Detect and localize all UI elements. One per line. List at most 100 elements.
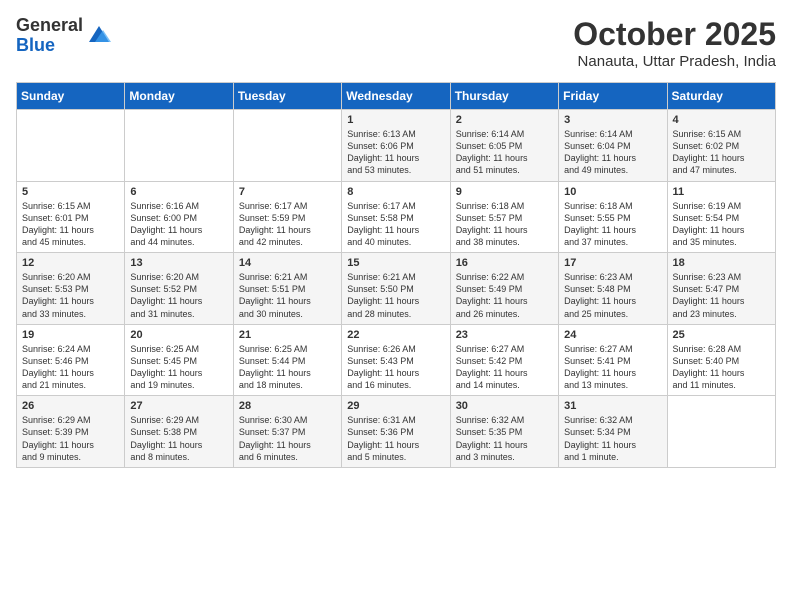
day-info: Sunrise: 6:23 AM Sunset: 5:47 PM Dayligh… xyxy=(673,271,770,320)
day-number: 4 xyxy=(673,114,770,126)
calendar-day-cell xyxy=(125,110,233,182)
calendar-day-cell xyxy=(667,396,775,468)
calendar-day-cell: 17Sunrise: 6:23 AM Sunset: 5:48 PM Dayli… xyxy=(559,253,667,325)
day-info: Sunrise: 6:13 AM Sunset: 6:06 PM Dayligh… xyxy=(347,128,444,177)
calendar-week-row: 1 Sunrise: 6:13 AM Sunset: 6:06 PM Daylig… xyxy=(17,110,776,182)
day-number: 25 xyxy=(673,329,770,341)
day-number: 21 xyxy=(239,329,336,341)
calendar-day-cell: 16 Sunrise: 6:22 AM Sunset: 5:49 PM Dayli… xyxy=(450,253,558,325)
calendar-week-row: 12 Sunrise: 6:20 AM Sunset: 5:53 PM Dayli… xyxy=(17,253,776,325)
day-info: Sunrise: 6:31 AM Sunset: 5:36 PM Dayligh… xyxy=(347,414,444,463)
day-number: 31 xyxy=(564,400,661,412)
day-number: 15 xyxy=(347,257,444,269)
day-number: 27 xyxy=(130,400,227,412)
day-number: 9 xyxy=(456,186,553,198)
calendar-day-cell xyxy=(233,110,341,182)
day-info: Sunrise: 6:27 AM Sunset: 5:42 PM Dayligh… xyxy=(456,343,553,392)
day-number: 11 xyxy=(673,186,770,198)
day-number: 6 xyxy=(130,186,227,198)
day-info: Sunrise: 6:14 AM Sunset: 6:04 PM Dayligh… xyxy=(564,128,661,177)
day-info: Sunrise: 6:27 AM Sunset: 5:41 PM Dayligh… xyxy=(564,343,661,392)
day-info: Sunrise: 6:22 AM Sunset: 5:49 PM Dayligh… xyxy=(456,271,553,320)
calendar-day-cell: 19 Sunrise: 6:24 AM Sunset: 5:46 PM Dayli… xyxy=(17,324,125,396)
calendar-header-thursday: Thursday xyxy=(450,83,558,110)
calendar-day-cell: 12 Sunrise: 6:20 AM Sunset: 5:53 PM Dayli… xyxy=(17,253,125,325)
day-info: Sunrise: 6:19 AM Sunset: 5:54 PM Dayligh… xyxy=(673,200,770,249)
day-number: 7 xyxy=(239,186,336,198)
calendar-day-cell: 29Sunrise: 6:31 AM Sunset: 5:36 PM Dayli… xyxy=(342,396,450,468)
day-number: 10 xyxy=(564,186,661,198)
calendar-day-cell: 21Sunrise: 6:25 AM Sunset: 5:44 PM Dayli… xyxy=(233,324,341,396)
day-number: 12 xyxy=(22,257,119,269)
day-number: 1 xyxy=(347,114,444,126)
month-title: October 2025 xyxy=(573,16,776,53)
location: Nanauta, Uttar Pradesh, India xyxy=(573,53,776,70)
day-info: Sunrise: 6:20 AM Sunset: 5:53 PM Dayligh… xyxy=(22,271,119,320)
day-info: Sunrise: 6:28 AM Sunset: 5:40 PM Dayligh… xyxy=(673,343,770,392)
calendar-day-cell: 11 Sunrise: 6:19 AM Sunset: 5:54 PM Dayli… xyxy=(667,181,775,253)
calendar-day-cell: 10 Sunrise: 6:18 AM Sunset: 5:55 PM Dayli… xyxy=(559,181,667,253)
day-info: Sunrise: 6:18 AM Sunset: 5:55 PM Dayligh… xyxy=(564,200,661,249)
calendar-header-wednesday: Wednesday xyxy=(342,83,450,110)
calendar-header-sunday: Sunday xyxy=(17,83,125,110)
day-number: 26 xyxy=(22,400,119,412)
logo-icon xyxy=(87,22,111,46)
logo: General Blue xyxy=(16,16,111,56)
day-info: Sunrise: 6:17 AM Sunset: 5:59 PM Dayligh… xyxy=(239,200,336,249)
day-number: 20 xyxy=(130,329,227,341)
day-info: Sunrise: 6:32 AM Sunset: 5:34 PM Dayligh… xyxy=(564,414,661,463)
calendar-header-saturday: Saturday xyxy=(667,83,775,110)
calendar-day-cell: 31 Sunrise: 6:32 AM Sunset: 5:34 PM Dayli… xyxy=(559,396,667,468)
calendar-day-cell: 27Sunrise: 6:29 AM Sunset: 5:38 PM Dayli… xyxy=(125,396,233,468)
day-info: Sunrise: 6:15 AM Sunset: 6:02 PM Dayligh… xyxy=(673,128,770,177)
day-info: Sunrise: 6:18 AM Sunset: 5:57 PM Dayligh… xyxy=(456,200,553,249)
day-number: 3 xyxy=(564,114,661,126)
calendar-header-monday: Monday xyxy=(125,83,233,110)
calendar-week-row: 19 Sunrise: 6:24 AM Sunset: 5:46 PM Dayli… xyxy=(17,324,776,396)
calendar-day-cell: 13Sunrise: 6:20 AM Sunset: 5:52 PM Dayli… xyxy=(125,253,233,325)
calendar-day-cell xyxy=(17,110,125,182)
calendar-day-cell: 2Sunrise: 6:14 AM Sunset: 6:05 PM Daylig… xyxy=(450,110,558,182)
calendar-day-cell: 18Sunrise: 6:23 AM Sunset: 5:47 PM Dayli… xyxy=(667,253,775,325)
calendar-day-cell: 5Sunrise: 6:15 AM Sunset: 6:01 PM Daylig… xyxy=(17,181,125,253)
day-number: 16 xyxy=(456,257,553,269)
day-info: Sunrise: 6:20 AM Sunset: 5:52 PM Dayligh… xyxy=(130,271,227,320)
day-number: 30 xyxy=(456,400,553,412)
calendar-day-cell: 15 Sunrise: 6:21 AM Sunset: 5:50 PM Dayli… xyxy=(342,253,450,325)
day-info: Sunrise: 6:21 AM Sunset: 5:51 PM Dayligh… xyxy=(239,271,336,320)
day-info: Sunrise: 6:23 AM Sunset: 5:48 PM Dayligh… xyxy=(564,271,661,320)
day-number: 22 xyxy=(347,329,444,341)
day-info: Sunrise: 6:17 AM Sunset: 5:58 PM Dayligh… xyxy=(347,200,444,249)
calendar-day-cell: 7 Sunrise: 6:17 AM Sunset: 5:59 PM Daylig… xyxy=(233,181,341,253)
logo-blue-text: Blue xyxy=(16,36,83,56)
calendar-day-cell: 20 Sunrise: 6:25 AM Sunset: 5:45 PM Dayli… xyxy=(125,324,233,396)
calendar-day-cell: 4 Sunrise: 6:15 AM Sunset: 6:02 PM Daylig… xyxy=(667,110,775,182)
calendar-week-row: 5Sunrise: 6:15 AM Sunset: 6:01 PM Daylig… xyxy=(17,181,776,253)
day-info: Sunrise: 6:29 AM Sunset: 5:39 PM Dayligh… xyxy=(22,414,119,463)
day-info: Sunrise: 6:15 AM Sunset: 6:01 PM Dayligh… xyxy=(22,200,119,249)
day-info: Sunrise: 6:30 AM Sunset: 5:37 PM Dayligh… xyxy=(239,414,336,463)
day-info: Sunrise: 6:25 AM Sunset: 5:45 PM Dayligh… xyxy=(130,343,227,392)
day-number: 19 xyxy=(22,329,119,341)
calendar-header-friday: Friday xyxy=(559,83,667,110)
day-info: Sunrise: 6:26 AM Sunset: 5:43 PM Dayligh… xyxy=(347,343,444,392)
day-info: Sunrise: 6:21 AM Sunset: 5:50 PM Dayligh… xyxy=(347,271,444,320)
day-info: Sunrise: 6:24 AM Sunset: 5:46 PM Dayligh… xyxy=(22,343,119,392)
calendar-day-cell: 1 Sunrise: 6:13 AM Sunset: 6:06 PM Daylig… xyxy=(342,110,450,182)
day-info: Sunrise: 6:14 AM Sunset: 6:05 PM Dayligh… xyxy=(456,128,553,177)
day-info: Sunrise: 6:32 AM Sunset: 5:35 PM Dayligh… xyxy=(456,414,553,463)
day-info: Sunrise: 6:16 AM Sunset: 6:00 PM Dayligh… xyxy=(130,200,227,249)
logo-general-text: General xyxy=(16,16,83,36)
calendar-day-cell: 30 Sunrise: 6:32 AM Sunset: 5:35 PM Dayli… xyxy=(450,396,558,468)
page-header: General Blue October 2025 Nanauta, Uttar… xyxy=(16,16,776,70)
calendar-day-cell: 24Sunrise: 6:27 AM Sunset: 5:41 PM Dayli… xyxy=(559,324,667,396)
calendar-day-cell: 28 Sunrise: 6:30 AM Sunset: 5:37 PM Dayli… xyxy=(233,396,341,468)
calendar-header-row: SundayMondayTuesdayWednesdayThursdayFrid… xyxy=(17,83,776,110)
calendar-day-cell: 3 Sunrise: 6:14 AM Sunset: 6:04 PM Daylig… xyxy=(559,110,667,182)
day-number: 23 xyxy=(456,329,553,341)
calendar-day-cell: 14Sunrise: 6:21 AM Sunset: 5:51 PM Dayli… xyxy=(233,253,341,325)
calendar-week-row: 26 Sunrise: 6:29 AM Sunset: 5:39 PM Dayli… xyxy=(17,396,776,468)
day-number: 28 xyxy=(239,400,336,412)
calendar-header-tuesday: Tuesday xyxy=(233,83,341,110)
calendar-day-cell: 26 Sunrise: 6:29 AM Sunset: 5:39 PM Dayli… xyxy=(17,396,125,468)
